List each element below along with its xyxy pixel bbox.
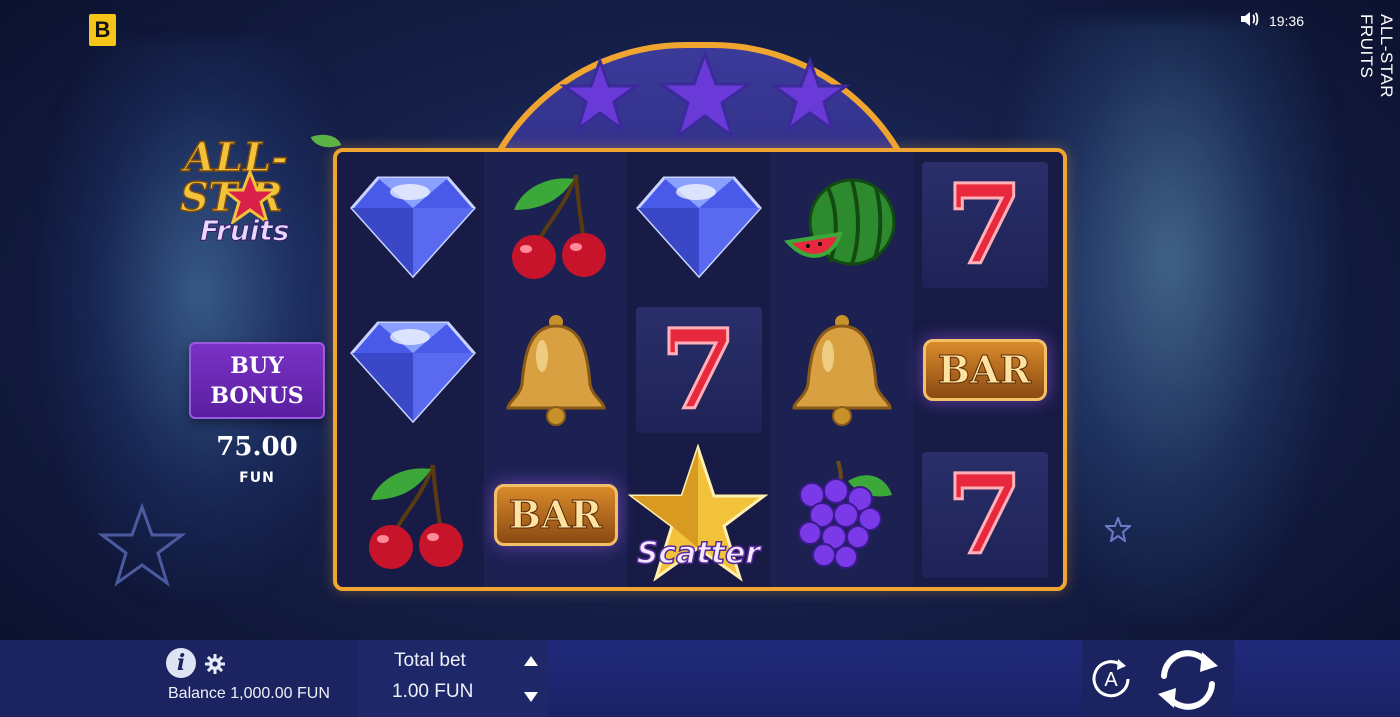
reel-5: 7 BAR 7 [913, 152, 1056, 587]
grapes-icon [797, 460, 892, 569]
chevron-up-icon [524, 656, 538, 666]
reel-3: 7 Scatter [627, 152, 770, 587]
reel-2: BAR [484, 152, 627, 587]
balance-label: Balance 1,000.00 FUN [168, 685, 330, 702]
bet-increase-button[interactable] [520, 652, 542, 670]
buy-bonus-label-1: BUY [230, 352, 284, 379]
buy-bonus-button[interactable]: BUY BONUS [189, 342, 325, 419]
autoplay-letter: A [1104, 669, 1118, 691]
sound-icon[interactable] [1239, 10, 1259, 31]
info-icon: i [176, 650, 186, 676]
symbol-diamond [341, 152, 484, 297]
buy-bonus-label-2: BONUS [210, 382, 304, 409]
total-bet-label: Total bet [394, 650, 466, 671]
total-bet-value: 1.00 FUN [392, 681, 474, 702]
background-glow-left [40, 40, 360, 600]
symbol-cherry [484, 152, 627, 297]
bell-icon [505, 314, 606, 426]
seven-symbol: 7 [659, 304, 739, 434]
symbol-cherry [341, 442, 484, 587]
bar-symbol: BAR [922, 338, 1047, 401]
autoplay-icon: A [1092, 659, 1130, 698]
diamond-icon [349, 321, 476, 423]
seven-tile: 7 [635, 304, 762, 434]
buy-bonus-currency: FUN [239, 470, 275, 486]
spin-icon [1158, 650, 1218, 710]
arch-star-icon [560, 57, 640, 133]
symbol-grapes [770, 442, 913, 587]
scatter-label: Scatter [636, 535, 761, 572]
game-logo: ALL- ST R Fruits [178, 128, 342, 255]
diamond-icon [635, 176, 762, 278]
chevron-down-icon [524, 692, 538, 702]
seven-tile: 7 [921, 449, 1048, 579]
bar-symbol: BAR [493, 483, 618, 546]
seven-tile: 7 [921, 159, 1048, 289]
clock: 19:36 [1268, 12, 1304, 29]
symbol-bell [770, 297, 913, 442]
decorative-star-icon [98, 503, 186, 587]
symbol-watermelon [770, 152, 913, 297]
watermelon-icon [783, 178, 895, 265]
autoplay-button[interactable]: A [1088, 656, 1134, 702]
symbol-bar: BAR [913, 297, 1056, 442]
buy-bonus-price: 75.00 [216, 432, 298, 462]
decorative-small-star-icon [1105, 517, 1131, 542]
symbol-diamond [627, 152, 770, 297]
seven-symbol: 7 [945, 449, 1025, 579]
reel-4 [770, 152, 913, 587]
symbol-seven: 7 [627, 297, 770, 442]
symbol-seven: 7 [913, 152, 1056, 297]
diamond-icon [349, 176, 476, 278]
symbol-seven: 7 [913, 442, 1056, 587]
bet-decrease-button[interactable] [520, 688, 542, 706]
gear-icon [205, 654, 225, 674]
symbol-bar: BAR [484, 442, 627, 587]
symbol-bell [484, 297, 627, 442]
symbol-scatter: Scatter [627, 442, 770, 587]
info-button[interactable]: i [166, 648, 196, 678]
reel-grid: BAR 7 Scatter 7 BAR 7 [333, 148, 1067, 591]
spin-button[interactable] [1152, 646, 1224, 714]
bell-icon [791, 314, 892, 426]
symbol-diamond [341, 297, 484, 442]
arch-star-icon [657, 50, 753, 140]
logo-line-fruits: Fruits [199, 214, 290, 248]
arch-star-icon [770, 57, 850, 133]
settings-button[interactable] [204, 653, 226, 675]
cherry-icon [511, 173, 606, 279]
reel-1 [341, 152, 484, 587]
cherry-icon [368, 463, 463, 569]
game-side-title: ALL-STAR FRUITS [1357, 14, 1396, 98]
status-area: 19:36 [1239, 10, 1304, 31]
seven-symbol: 7 [945, 159, 1025, 289]
brand-logo: B [89, 14, 116, 46]
arch-stars [560, 50, 850, 140]
